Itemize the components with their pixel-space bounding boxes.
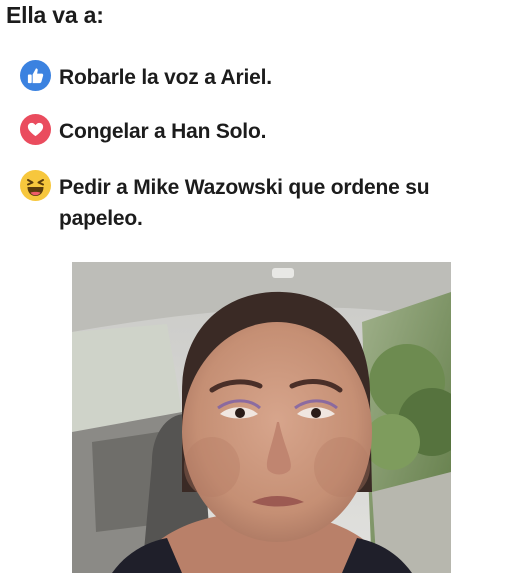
option-haha-text: Pedir a Mike Wazowski que ordene su pape… xyxy=(59,176,430,230)
love-reaction-icon xyxy=(20,114,51,145)
option-like: Robarle la voz a Ariel. xyxy=(20,60,272,93)
like-reaction-icon xyxy=(20,60,51,91)
haha-reaction-icon xyxy=(20,170,51,201)
meme-heading: Ella va a: xyxy=(6,2,104,28)
option-like-text: Robarle la voz a Ariel. xyxy=(59,66,272,89)
option-love: Congelar a Han Solo. xyxy=(20,114,267,147)
option-love-text: Congelar a Han Solo. xyxy=(59,120,267,143)
option-haha: Pedir a Mike Wazowski que ordene su pape… xyxy=(20,170,499,234)
selfie-photo xyxy=(72,262,451,573)
